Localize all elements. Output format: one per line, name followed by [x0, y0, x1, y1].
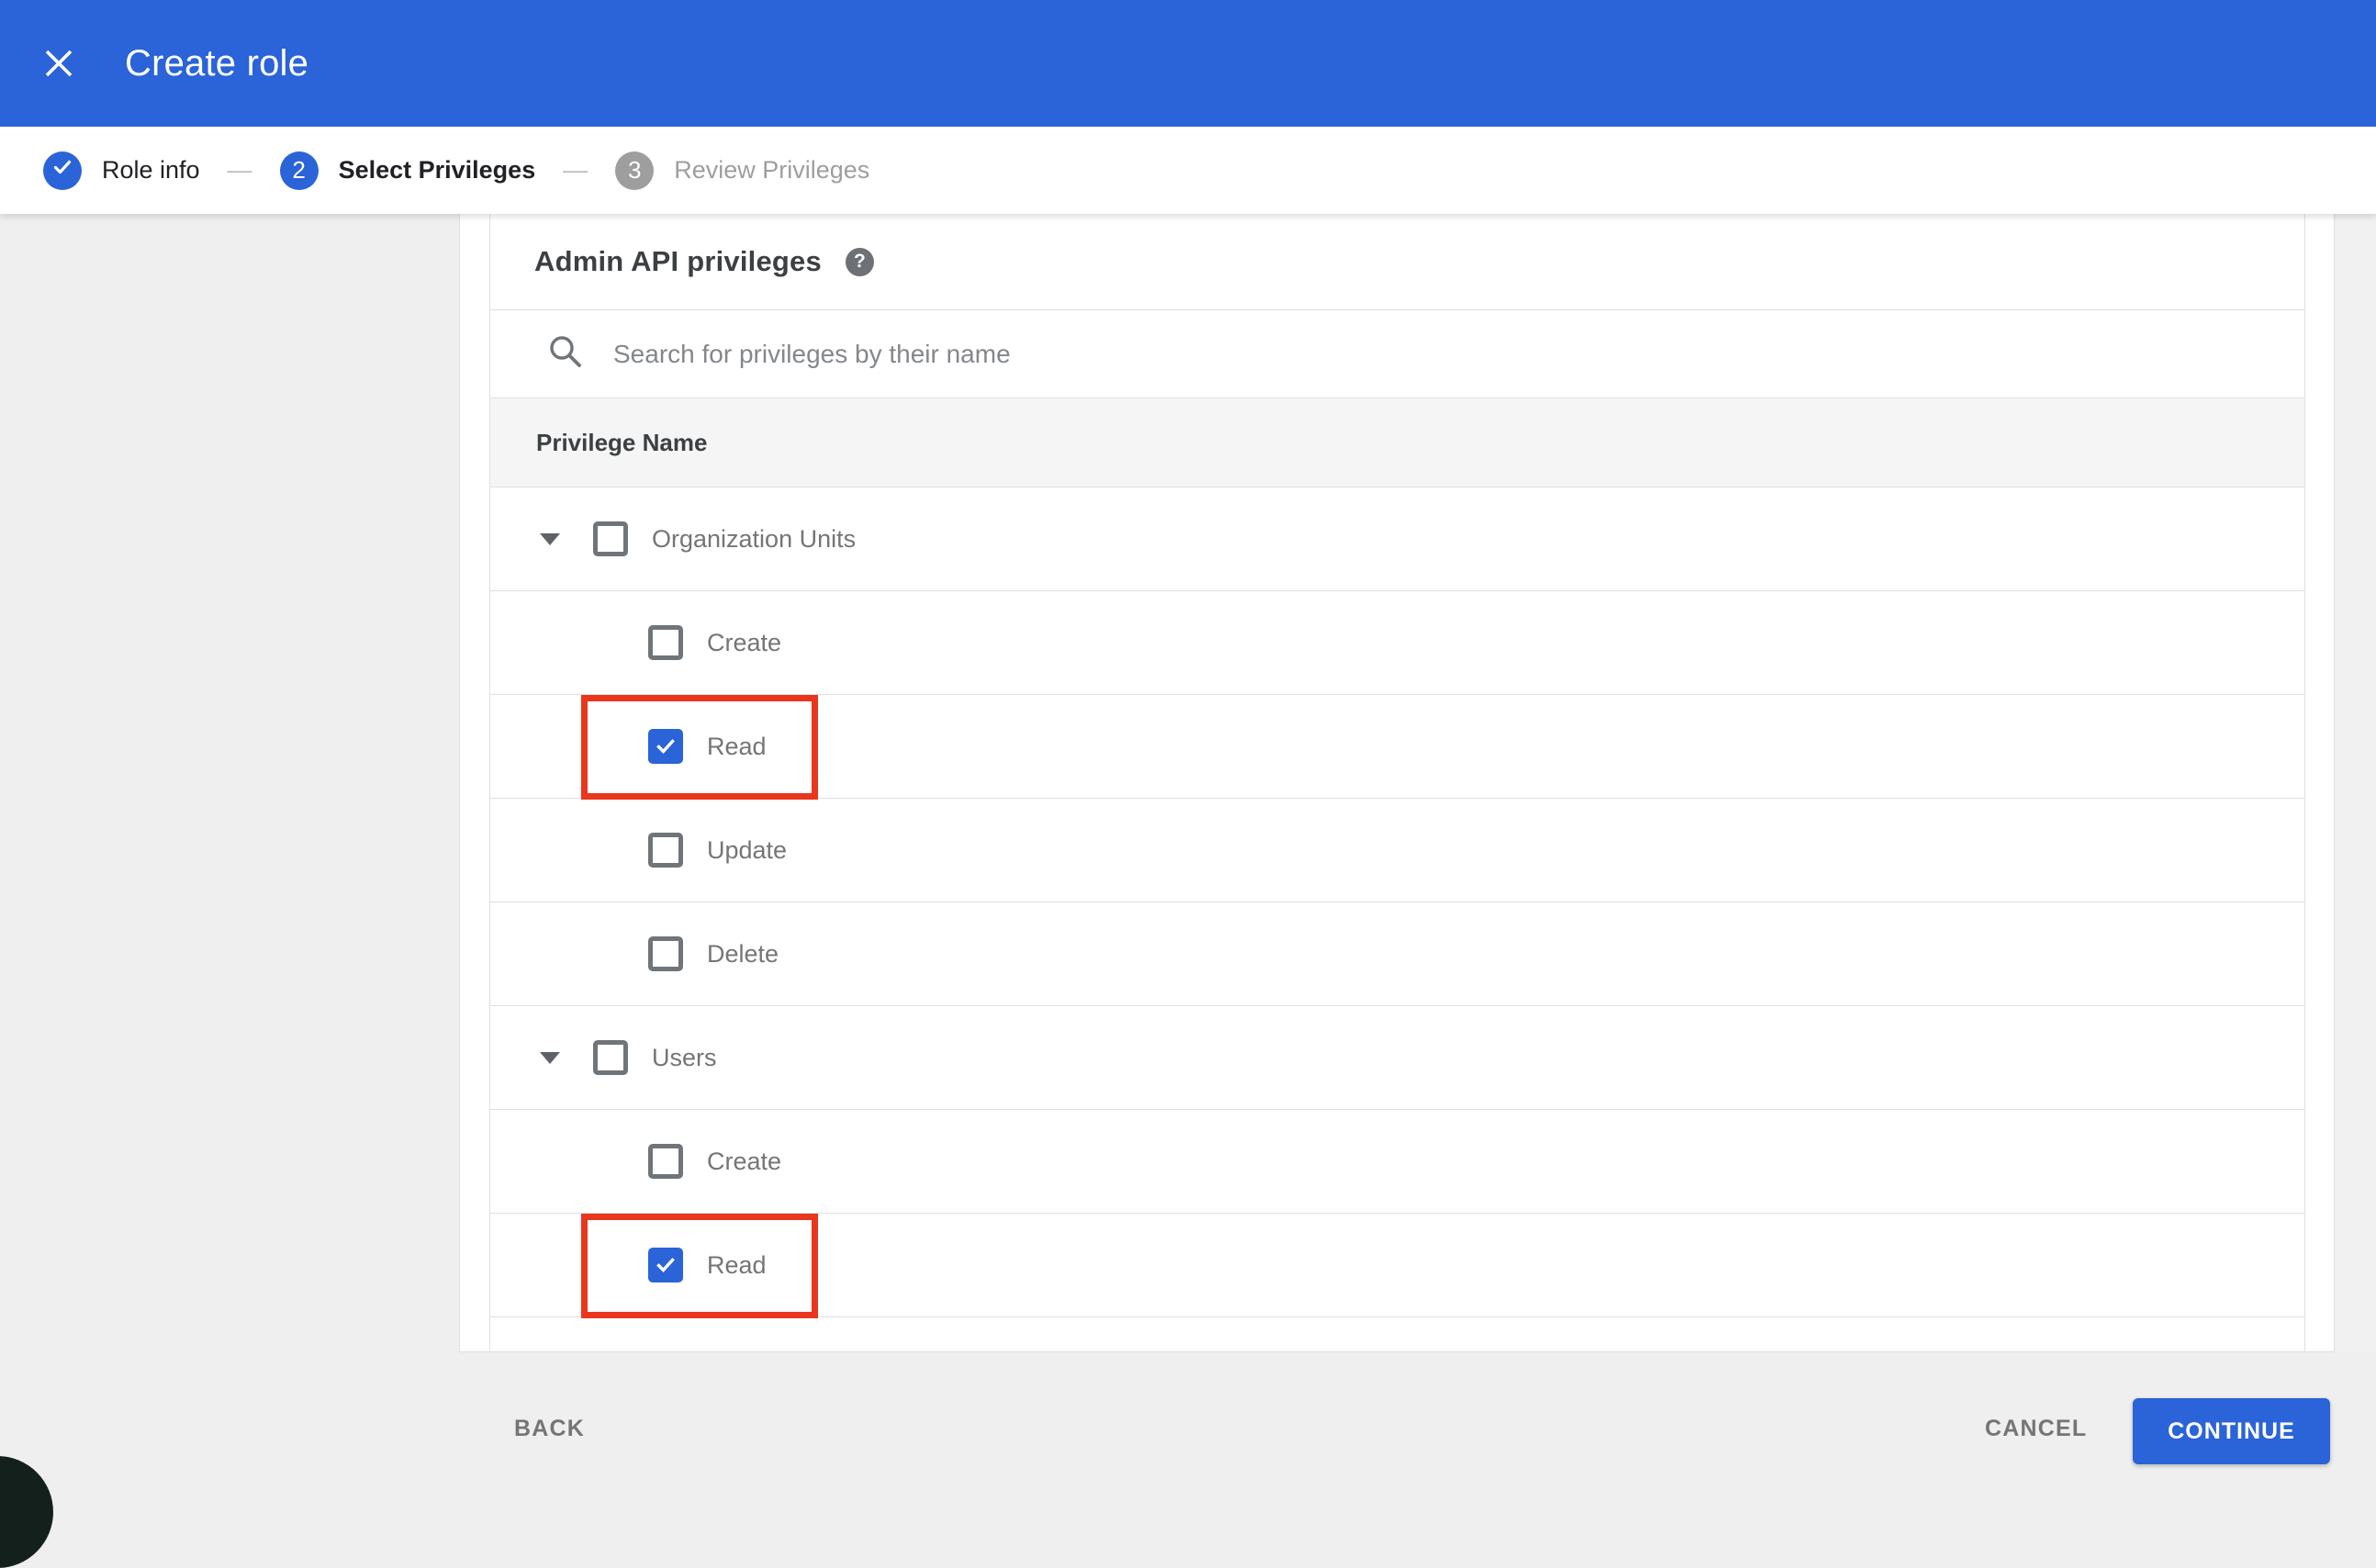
unchecked-checkbox[interactable] [648, 936, 683, 971]
row-label: Organization Units [652, 524, 857, 553]
page-title: Create role [125, 42, 309, 84]
check-icon [51, 156, 73, 185]
unchecked-checkbox[interactable] [593, 521, 628, 556]
row-label: Create [707, 1147, 782, 1175]
column-header-privilege-name: Privilege Name [536, 428, 708, 456]
annotation-highlight-box [581, 695, 818, 800]
row-label: Read [707, 732, 767, 760]
table-row-read: Read [490, 694, 2304, 800]
unchecked-checkbox[interactable] [593, 1040, 628, 1075]
content-panel: Admin API privileges ? Privilege Name Or… [459, 214, 2335, 1352]
row-label: Delete [707, 939, 779, 968]
continue-button[interactable]: CONTINUE [2133, 1398, 2330, 1464]
table-row-update: Update [490, 798, 2304, 902]
step-review-privileges[interactable]: 3 Review Privileges [615, 151, 869, 190]
step1-completed-circle [43, 151, 82, 190]
table-row-users: Users [490, 1005, 2304, 1109]
cancel-button[interactable]: CANCEL [1985, 1416, 2087, 1442]
corner-fab-icon[interactable] [0, 1456, 53, 1568]
table-row-create: Create [490, 590, 2304, 694]
scrollbar-track[interactable] [2336, 214, 2376, 1352]
search-input[interactable] [613, 339, 2304, 369]
step2-label: Select Privileges [338, 156, 536, 184]
search-icon [545, 331, 586, 376]
stepper: Role info — 2 Select Privileges — 3 Revi… [0, 127, 2376, 214]
step3-circle: 3 [615, 151, 655, 190]
chevron-down-icon[interactable] [540, 532, 560, 545]
partial-next-row [490, 1316, 2304, 1351]
privileges-table: Admin API privileges ? Privilege Name Or… [489, 214, 2305, 1351]
checked-checkbox[interactable] [648, 729, 683, 764]
back-button[interactable]: BACK [514, 1416, 585, 1442]
step3-label: Review Privileges [674, 156, 870, 184]
step-separator: — [227, 156, 252, 184]
search-row [490, 309, 2304, 398]
step-select-privileges[interactable]: 2 Select Privileges [279, 151, 536, 190]
step2-circle: 2 [279, 151, 319, 190]
unchecked-checkbox[interactable] [648, 833, 683, 868]
app-bar: Create role [0, 0, 2376, 127]
table-header-row: Privilege Name [490, 398, 2304, 487]
row-label: Users [652, 1043, 717, 1071]
close-icon[interactable] [40, 45, 77, 82]
table-row-create: Create [490, 1109, 2304, 1213]
section-heading-row: Admin API privileges ? [490, 214, 2304, 309]
table-row-read: Read [490, 1213, 2304, 1318]
help-icon[interactable]: ? [845, 247, 874, 276]
unchecked-checkbox[interactable] [648, 625, 683, 660]
row-label: Update [707, 835, 788, 864]
section-heading: Admin API privileges [534, 245, 822, 277]
table-row-delete: Delete [490, 902, 2304, 1005]
row-label: Create [707, 628, 782, 656]
row-label: Read [707, 1250, 767, 1279]
annotation-highlight-box [581, 1214, 818, 1318]
step-role-info[interactable]: Role info [43, 151, 200, 190]
step-separator: — [563, 156, 588, 184]
unchecked-checkbox[interactable] [648, 1144, 683, 1179]
checked-checkbox[interactable] [648, 1248, 683, 1282]
table-row-organization-units: Organization Units [490, 487, 2304, 590]
step1-label: Role info [102, 156, 200, 184]
chevron-down-icon[interactable] [540, 1051, 560, 1064]
